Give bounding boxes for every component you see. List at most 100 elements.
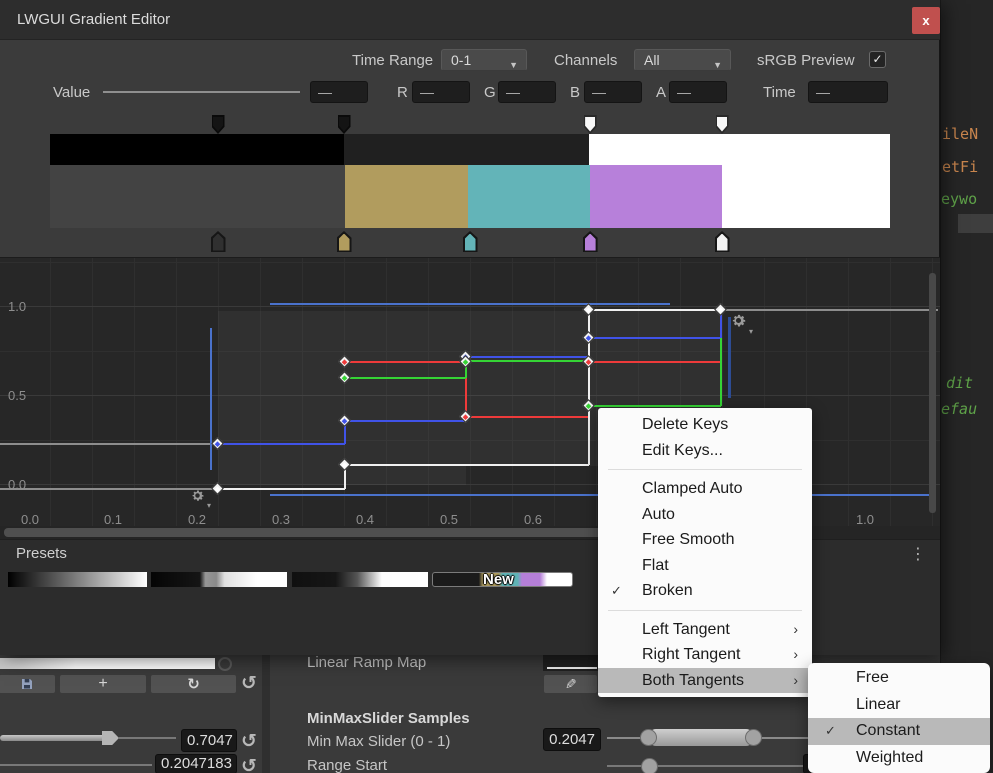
- x-tick-label: 0.0: [16, 512, 44, 527]
- kebab-menu-icon[interactable]: ⋮: [910, 544, 926, 564]
- alpha-key-marker[interactable]: [338, 115, 351, 134]
- preset-black-to-white[interactable]: [292, 572, 428, 587]
- check-icon: ✓: [872, 52, 882, 66]
- curve-segment-blue: [589, 337, 721, 339]
- menu-item-delete-keys[interactable]: Delete Keys: [598, 412, 812, 438]
- revert-slider1-button[interactable]: ↺: [241, 730, 257, 753]
- gradient-alpha-segment: [344, 134, 589, 165]
- range-start-handle[interactable]: [641, 758, 658, 773]
- refresh-button[interactable]: ↻: [150, 674, 237, 694]
- revert-ramp-button[interactable]: ↺: [241, 672, 257, 695]
- curve-vertical-scrollbar[interactable]: [929, 273, 936, 513]
- range-start-track[interactable]: [607, 765, 812, 767]
- x-tick-label: 0.5: [435, 512, 463, 527]
- presets-label: Presets: [16, 545, 67, 562]
- preset-dark-gray-white[interactable]: [151, 572, 287, 587]
- value-slider[interactable]: [103, 91, 300, 93]
- color-key-marker[interactable]: [337, 231, 352, 252]
- curve-segment-dim: [0, 488, 218, 490]
- refresh-icon: ↻: [187, 676, 200, 693]
- curve-segment-green: [466, 360, 589, 362]
- submenu-arrow-icon: ›: [793, 642, 798, 668]
- submenu-item-linear[interactable]: Linear: [808, 692, 990, 719]
- r-label: R: [397, 84, 408, 101]
- close-button[interactable]: x: [912, 7, 940, 34]
- curve-key-center: [341, 461, 347, 467]
- menu-item-label: Edit Keys...: [642, 442, 723, 459]
- r-field[interactable]: —: [412, 81, 470, 103]
- slider2-track[interactable]: [0, 764, 152, 766]
- add-key-button[interactable]: +: [59, 674, 147, 694]
- alpha-key-marker[interactable]: [716, 115, 729, 134]
- screen: ileNetFieywoditefau + ↻ ↺ 0.7047 ↺ 0.204…: [0, 0, 993, 773]
- curve-segment-red: [589, 361, 721, 363]
- gridline-h: [0, 262, 940, 263]
- curve-settings-gear-icon[interactable]: ▾: [730, 312, 747, 334]
- minmax-range-bar[interactable]: [648, 729, 754, 746]
- axis-settings-gear-icon[interactable]: ▾: [190, 488, 205, 508]
- gridline-v: [50, 258, 51, 540]
- preset-current-new[interactable]: New: [432, 572, 573, 587]
- submenu-item-constant[interactable]: ✓Constant: [808, 718, 990, 745]
- menu-separator: [608, 469, 802, 470]
- color-key-marker[interactable]: [715, 231, 730, 252]
- submenu-item-weighted[interactable]: Weighted: [808, 745, 990, 772]
- new-preset-label[interactable]: New: [483, 571, 514, 588]
- b-label: B: [570, 84, 580, 101]
- a-field[interactable]: —: [669, 81, 727, 103]
- color-key-marker[interactable]: [211, 231, 226, 252]
- g-field[interactable]: —: [498, 81, 556, 103]
- slider1-fill[interactable]: [0, 735, 110, 741]
- b-field[interactable]: —: [584, 81, 642, 103]
- minmax-value-field[interactable]: 0.2047: [543, 728, 601, 751]
- menu-item-label: Constant: [856, 722, 920, 739]
- menu-item-flat[interactable]: Flat: [598, 553, 812, 579]
- minmax-handle-min[interactable]: [640, 729, 657, 746]
- menu-item-auto[interactable]: Auto: [598, 502, 812, 528]
- menu-item-label: Broken: [642, 582, 693, 599]
- save-button[interactable]: [0, 674, 56, 694]
- slider1-value-field[interactable]: 0.7047: [181, 729, 237, 752]
- title-bar[interactable]: LWGUI Gradient Editor x: [0, 0, 940, 40]
- curve-segment-blue: [218, 443, 345, 445]
- srgb-preview-checkbox[interactable]: ✓: [869, 51, 886, 68]
- channels-dropdown[interactable]: All ▼: [634, 49, 731, 71]
- menu-item-label: Weighted: [856, 749, 923, 766]
- submenu-item-free[interactable]: Free: [808, 665, 990, 692]
- g-label: G: [484, 84, 496, 101]
- panel-divider: [262, 655, 270, 773]
- menu-item-broken[interactable]: ✓Broken: [598, 578, 812, 604]
- time-field[interactable]: —: [808, 81, 888, 103]
- color-key-marker[interactable]: [583, 231, 598, 252]
- color-key-marker[interactable]: [463, 231, 478, 252]
- menu-item-left-tangent[interactable]: Left Tangent›: [598, 617, 812, 643]
- ramp-gear-button[interactable]: [218, 657, 232, 671]
- alpha-key-fill: [339, 117, 349, 132]
- ramp-thumb-line: [547, 667, 597, 669]
- value-field[interactable]: —: [310, 81, 368, 103]
- alpha-key-marker[interactable]: [212, 115, 225, 134]
- menu-item-right-tangent[interactable]: Right Tangent›: [598, 642, 812, 668]
- window-title: LWGUI Gradient Editor: [17, 11, 170, 28]
- revert-slider2-button[interactable]: ↺: [241, 755, 257, 773]
- menu-item-both-tangents[interactable]: Both Tangents›: [598, 668, 812, 694]
- slider2-value-field[interactable]: 0.2047183: [155, 754, 237, 773]
- minmax-handle-max[interactable]: [745, 729, 762, 746]
- code-fragment: eywo: [941, 190, 977, 208]
- color-key-fill: [717, 234, 728, 251]
- alpha-key-marker[interactable]: [584, 115, 597, 134]
- menu-item-edit-keys[interactable]: Edit Keys...: [598, 438, 812, 464]
- gradient-color-segment: [468, 165, 590, 228]
- curve-key-center: [214, 485, 220, 491]
- undo-icon: ↺: [241, 731, 257, 752]
- pencil-icon: ✎: [565, 675, 577, 693]
- slider1-track[interactable]: [118, 737, 176, 739]
- time-range-dropdown[interactable]: 0-1 ▼: [441, 49, 527, 71]
- slider1-handle[interactable]: [102, 731, 119, 745]
- gradient-preview-strip[interactable]: [50, 134, 890, 228]
- ramp-preview-bar[interactable]: [0, 658, 215, 669]
- menu-item-clamped-auto[interactable]: Clamped Auto: [598, 476, 812, 502]
- menu-item-free-smooth[interactable]: Free Smooth: [598, 527, 812, 553]
- edit-ramp-button[interactable]: ✎: [543, 674, 598, 694]
- preset-black-white[interactable]: [8, 572, 147, 587]
